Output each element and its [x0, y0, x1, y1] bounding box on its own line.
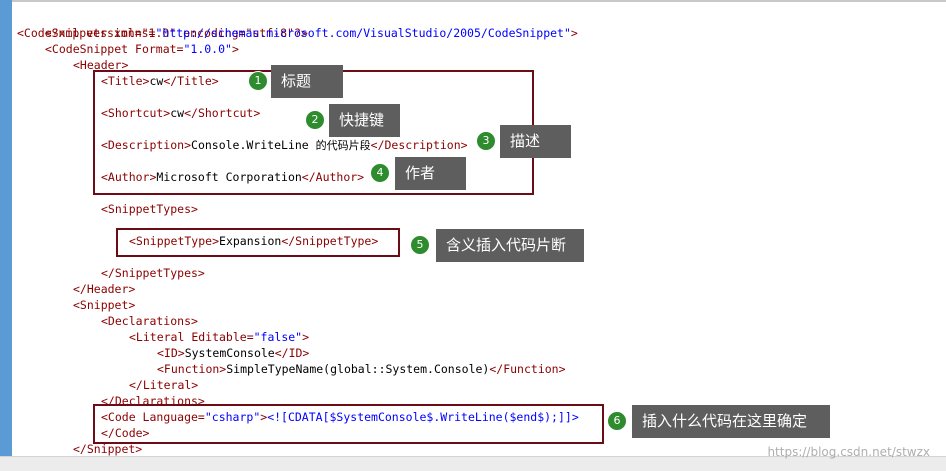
annotation-badge-5: 5: [410, 235, 430, 255]
tag: </Literal>: [129, 378, 199, 392]
watermark: https://blog.csdn.net/stwzx: [767, 445, 930, 459]
code-line-12: </Header>: [73, 281, 135, 297]
attr-name: Format=: [135, 42, 184, 56]
tag-end: >: [302, 330, 310, 344]
open-tag: <Function>: [157, 362, 227, 376]
code-line-17: <Function>SimpleTypeName(global::System.…: [157, 361, 566, 377]
code-line-2: <CodeSnippets xmlns="http://schemas.micr…: [17, 25, 578, 41]
code-line-11: </SnippetTypes>: [101, 265, 205, 281]
code-line-18: </Literal>: [129, 377, 198, 393]
attr-value: "http://schemas.microsoft.com/VisualStud…: [155, 26, 571, 40]
tag: <CodeSnippets: [17, 26, 114, 40]
text-value: SystemConsole: [184, 346, 275, 360]
tag: <Literal: [129, 330, 192, 344]
tag: <CodeSnippet: [45, 42, 136, 56]
annotation-badge-1: 1: [248, 71, 268, 91]
attr-name: xmlns=: [113, 26, 156, 40]
close-tag: </Function>: [489, 362, 566, 376]
code-line-13: <Snippet>: [73, 297, 135, 313]
tag: </SnippetTypes>: [101, 266, 205, 280]
code-line-3: <CodeSnippet Format="1.0.0">: [45, 41, 239, 57]
snippet-type-highlight-box: [116, 228, 400, 257]
attr-value: "1.0.0": [183, 42, 232, 56]
tag: </Snippet>: [73, 442, 143, 456]
code-line-16: <ID>SystemConsole</ID>: [157, 345, 309, 361]
annotation-callout-code: 插入什么代码在这里确定: [632, 405, 830, 438]
code-line-1: <?xml version="1.0" encoding="utf-8"?>: [17, 9, 308, 40]
attr-name: Editable=: [191, 330, 254, 344]
open-tag: <ID>: [157, 346, 185, 360]
editor-top-border: [12, 0, 946, 2]
code-line-15: <Literal Editable="false">: [129, 329, 309, 345]
attr-value: "false": [253, 330, 303, 344]
annotation-badge-2: 2: [305, 110, 325, 130]
code-highlight-box: [93, 404, 604, 444]
annotation-callout-title: 标题: [271, 65, 343, 98]
annotation-badge-4: 4: [370, 163, 390, 183]
tag: <Declarations>: [101, 314, 198, 328]
tag: <SnippetTypes>: [101, 202, 198, 216]
editor-gutter: [0, 0, 12, 470]
annotation-callout-snippet-type: 含义插入代码片断: [436, 229, 584, 262]
text-value: SimpleTypeName(global::System.Console): [226, 362, 490, 376]
annotation-callout-description: 描述: [500, 125, 571, 158]
code-line-9: <SnippetTypes>: [101, 201, 198, 217]
tag-end: >: [231, 42, 239, 56]
annotation-badge-6: 6: [607, 411, 627, 431]
annotation-callout-author: 作者: [395, 157, 466, 190]
annotation-badge-3: 3: [476, 131, 496, 151]
tag: <Snippet>: [73, 298, 136, 312]
annotation-callout-shortcut: 快捷键: [329, 104, 400, 137]
tag-end: >: [570, 26, 578, 40]
code-line-14: <Declarations>: [101, 313, 198, 329]
close-tag: </ID>: [274, 346, 310, 360]
tag: </Header>: [73, 282, 136, 296]
